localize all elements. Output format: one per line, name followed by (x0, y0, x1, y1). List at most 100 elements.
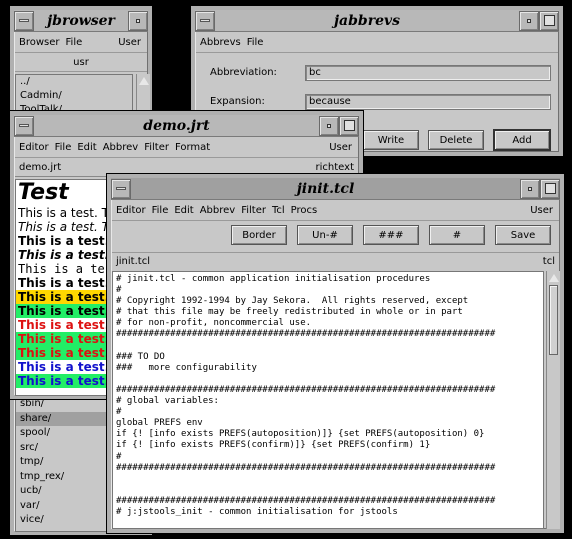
maximize-button[interactable] (539, 10, 559, 31)
maximize-button[interactable] (339, 115, 359, 136)
code-line: global PREFS env (116, 418, 203, 429)
menu-user[interactable]: User (329, 142, 352, 153)
menu-file[interactable]: File (247, 37, 264, 48)
menu-browser[interactable]: Browser (19, 37, 60, 48)
demo-menubar: Editor File Edit Abbrev Filter Format Us… (15, 138, 358, 158)
menu-user[interactable]: User (118, 37, 141, 48)
hash-button[interactable]: # (429, 225, 485, 245)
window-title: jabbrevs (333, 12, 400, 29)
window-menu-button[interactable] (195, 10, 215, 31)
menu-editor[interactable]: Editor (116, 205, 146, 216)
jabbrevs-titlebar[interactable]: jabbrevs (195, 10, 559, 32)
list-item[interactable]: ../ (16, 75, 132, 89)
scroll-thumb[interactable] (549, 285, 558, 355)
menu-abbrevs[interactable]: Abbrevs (200, 37, 241, 48)
border-button[interactable]: Border (231, 225, 287, 245)
rich-text-line: This is a test. T (16, 220, 109, 234)
abbreviation-label: Abbreviation: (210, 67, 277, 78)
rich-text-line: This is a test. (16, 360, 110, 374)
window-title: jbrowser (47, 12, 115, 29)
menu-edit[interactable]: Edit (174, 205, 193, 216)
rich-text-line: This is a test. (16, 248, 110, 262)
window-menu-button[interactable] (111, 178, 131, 199)
menu-file[interactable]: File (55, 142, 72, 153)
write-button[interactable]: Write (363, 130, 419, 150)
maximize-button[interactable] (540, 178, 560, 199)
code-line: # for non-profit, noncommercial use. (116, 318, 312, 329)
scroll-up-arrow[interactable] (139, 77, 149, 85)
expansion-field[interactable]: because (305, 94, 551, 110)
code-line: ########################################… (116, 462, 496, 473)
rich-text-line: This is a test. T (16, 206, 109, 220)
minimize-button[interactable] (128, 10, 148, 31)
save-button[interactable]: Save (495, 225, 551, 245)
menu-abbrev[interactable]: Abbrev (200, 205, 236, 216)
add-button[interactable]: Add (493, 129, 551, 151)
window-menu-button[interactable] (14, 10, 34, 31)
list-item[interactable]: Cadmin/ (16, 89, 132, 103)
rich-text-line: This is a test. (16, 346, 110, 360)
jbrowser-menubar: Browser File User (15, 33, 147, 53)
code-line: # (116, 451, 122, 462)
menu-file[interactable]: File (152, 205, 169, 216)
code-line: if {! [info exists PREFS(confirm)]} {set… (116, 440, 431, 451)
code-editor[interactable]: # jinit.tcl - common application initial… (112, 271, 544, 529)
jinit-menubar: Editor File Edit Abbrev Filter Tcl Procs… (112, 201, 559, 221)
code-line: # j:jstools_init - common initialisation… (116, 506, 398, 517)
jabbrevs-menubar: Abbrevs File (196, 33, 558, 53)
menu-file[interactable]: File (66, 37, 83, 48)
jinit-window: jinit.tcl Editor File Edit Abbrev Filter… (106, 173, 565, 534)
code-line: # that this file may be freely redistrib… (116, 307, 463, 318)
rich-text-line: This is a test. (16, 304, 110, 318)
code-line: ########################################… (116, 495, 496, 506)
code-line: if {! [info exists PREFS(autoposition)]}… (116, 429, 485, 440)
code-line: # Copyright 1992-1994 by Jay Sekora. All… (116, 296, 469, 307)
menu-editor[interactable]: Editor (19, 142, 49, 153)
un-comment-button[interactable]: Un-# (297, 225, 353, 245)
menu-procs[interactable]: Procs (291, 205, 318, 216)
minimize-button[interactable] (519, 10, 539, 31)
rich-text-line: This is a tes (16, 262, 112, 276)
window-title: jinit.tcl (296, 180, 355, 197)
code-line: ### more configurability (116, 362, 257, 373)
demo-titlebar[interactable]: demo.jrt (14, 115, 359, 137)
code-line: ########################################… (116, 384, 496, 395)
menu-filter[interactable]: Filter (144, 142, 169, 153)
triple-hash-button[interactable]: ### (363, 225, 419, 245)
mode-label: tcl (542, 256, 555, 267)
code-line: # (116, 407, 122, 418)
menu-format[interactable]: Format (175, 142, 210, 153)
rich-text-line: This is a test. (16, 234, 110, 248)
expansion-label: Expansion: (210, 96, 265, 107)
directory-label: usr (15, 54, 147, 72)
delete-button[interactable]: Delete (428, 130, 484, 150)
rich-text-line: This is a test. (16, 276, 110, 290)
window-menu-button[interactable] (14, 115, 34, 136)
code-line: # jinit.tcl - common application initial… (116, 274, 431, 284)
filename-label: jinit.tcl (116, 256, 150, 267)
jbrowser-titlebar[interactable]: jbrowser (14, 10, 148, 32)
code-line: ### TO DO (116, 351, 165, 362)
code-line: ########################################… (116, 329, 496, 340)
menu-tcl[interactable]: Tcl (272, 205, 285, 216)
code-line: # global variables: (116, 396, 219, 407)
menu-filter[interactable]: Filter (241, 205, 266, 216)
code-scrollbar[interactable] (546, 271, 560, 529)
jinit-titlebar[interactable]: jinit.tcl (111, 178, 560, 200)
menu-abbrev[interactable]: Abbrev (103, 142, 139, 153)
rich-text-line: This is a test. (16, 290, 110, 304)
scroll-up-arrow[interactable] (549, 274, 559, 282)
window-title: demo.jrt (143, 117, 210, 134)
minimize-button[interactable] (520, 178, 540, 199)
rich-text-line: This is a test. (16, 318, 110, 332)
rich-text-line: This is a test. (16, 374, 110, 388)
mode-label: richtext (315, 162, 354, 173)
menu-edit[interactable]: Edit (77, 142, 96, 153)
minimize-button[interactable] (319, 115, 339, 136)
menu-user[interactable]: User (530, 205, 553, 216)
jinit-status-bar: jinit.tcl tcl (112, 252, 559, 270)
abbreviation-field[interactable]: bc (305, 65, 551, 81)
code-line: # (116, 285, 122, 296)
